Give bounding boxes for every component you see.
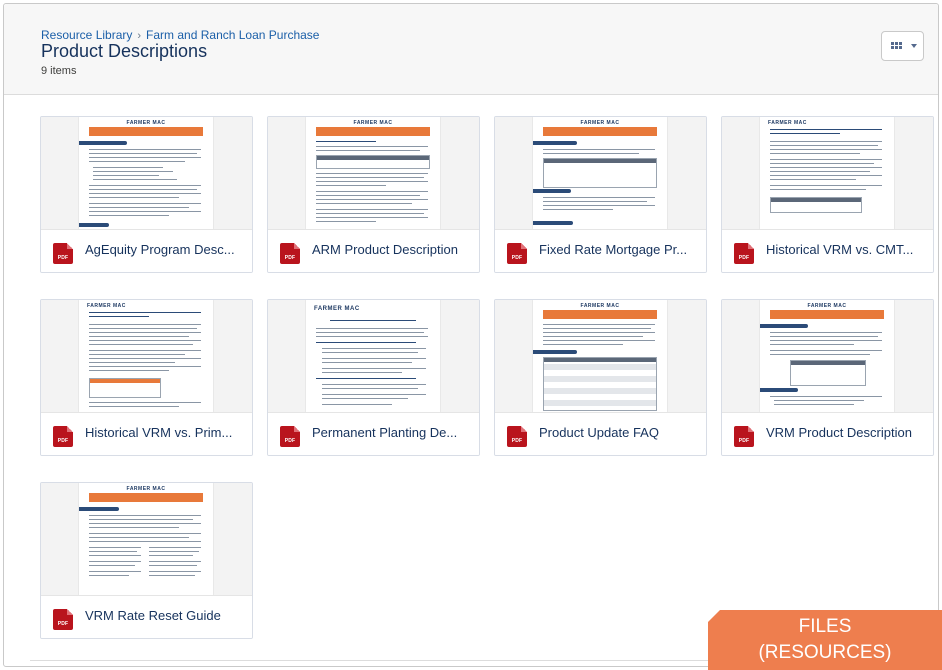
divider bbox=[30, 660, 730, 661]
file-thumbnail: FARMER MAC bbox=[722, 117, 933, 229]
file-name[interactable]: VRM Rate Reset Guide bbox=[85, 608, 245, 623]
file-name[interactable]: AgEquity Program Desc... bbox=[85, 242, 245, 257]
banner-line-2: (RESOURCES) bbox=[758, 642, 892, 663]
pdf-file-icon: PDF bbox=[53, 243, 73, 264]
pdf-file-icon: PDF bbox=[280, 243, 300, 264]
file-tile[interactable]: FARMER MAC PDF ARM Product Description bbox=[267, 116, 480, 273]
thumbnail-brand: FARMER MAC bbox=[807, 303, 847, 309]
pdf-file-icon: PDF bbox=[53, 609, 73, 630]
file-tile[interactable]: FARMER MAC PDF Permanent Planting De... bbox=[267, 299, 480, 456]
thumbnail-brand: FARMER MAC bbox=[580, 120, 620, 126]
banner-line-1: FILES bbox=[798, 616, 852, 637]
file-name[interactable]: Permanent Planting De... bbox=[312, 425, 472, 440]
file-thumbnail: FARMER MAC bbox=[268, 117, 479, 229]
file-thumbnail: FARMER MAC bbox=[495, 300, 706, 412]
file-tile[interactable]: FARMER MAC PDF AgEquity Program Desc... bbox=[40, 116, 253, 273]
page-title: Product Descriptions bbox=[41, 41, 208, 61]
file-name[interactable]: Fixed Rate Mortgage Pr... bbox=[539, 242, 699, 257]
file-name[interactable]: Historical VRM vs. CMT... bbox=[766, 242, 926, 257]
thumbnail-brand: FARMER MAC bbox=[126, 120, 166, 126]
thumbnail-brand: FARMER MAC bbox=[314, 306, 360, 312]
breadcrumb-farm-and-ranch-loan-purchase[interactable]: Farm and Ranch Loan Purchase bbox=[146, 28, 319, 42]
list-header: Resource Library › Farm and Ranch Loan Pur… bbox=[4, 4, 938, 95]
file-thumbnail: FARMER MAC bbox=[268, 300, 479, 412]
chevron-down-icon bbox=[911, 44, 917, 48]
pdf-file-icon: PDF bbox=[53, 426, 73, 447]
item-count: 9 items bbox=[41, 65, 77, 77]
file-tile[interactable]: FARMER MAC PDF Product Update FAQ bbox=[494, 299, 707, 456]
file-thumbnail: FARMER MAC bbox=[495, 117, 706, 229]
pdf-file-icon: PDF bbox=[507, 426, 527, 447]
file-tile[interactable]: FARMER MAC PDF Fixed Rate Mortgage Pr... bbox=[494, 116, 707, 273]
thumbnail-brand: FARMER MAC bbox=[126, 486, 166, 492]
file-name[interactable]: Historical VRM vs. Prim... bbox=[85, 425, 245, 440]
file-thumbnail: FARMER MAC bbox=[722, 300, 933, 412]
thumbnail-brand: FARMER MAC bbox=[87, 303, 126, 309]
file-name[interactable]: VRM Product Description bbox=[766, 425, 926, 440]
thumbnail-brand: FARMER MAC bbox=[353, 120, 393, 126]
file-thumbnail: FARMER MAC bbox=[41, 300, 252, 412]
file-tile[interactable]: FARMER MAC PDF Historical VRM vs. CMT... bbox=[721, 116, 934, 273]
file-tile[interactable]: FARMER MAC PDF VRM Product Description bbox=[721, 299, 934, 456]
file-name[interactable]: Product Update FAQ bbox=[539, 425, 699, 440]
view-switcher-button[interactable] bbox=[881, 31, 924, 61]
breadcrumb-resource-library[interactable]: Resource Library bbox=[41, 28, 132, 42]
pdf-file-icon: PDF bbox=[280, 426, 300, 447]
files-resources-banner: FILES (RESOURCES) bbox=[708, 610, 942, 670]
thumbnail-brand: FARMER MAC bbox=[768, 120, 807, 126]
thumbnail-brand: FARMER MAC bbox=[580, 303, 620, 309]
file-thumbnail: FARMER MAC bbox=[41, 483, 252, 595]
pdf-file-icon: PDF bbox=[734, 243, 754, 264]
pdf-file-icon: PDF bbox=[507, 243, 527, 264]
pdf-file-icon: PDF bbox=[734, 426, 754, 447]
file-tile[interactable]: FARMER MAC PDF VRM Rate Reset Guide bbox=[40, 482, 253, 639]
file-tile[interactable]: FARMER MAC PDF Historical VRM vs. Prim..… bbox=[40, 299, 253, 456]
breadcrumb: Resource Library › Farm and Ranch Loan Pur… bbox=[41, 28, 319, 42]
file-thumbnail: FARMER MAC bbox=[41, 117, 252, 229]
file-name[interactable]: ARM Product Description bbox=[312, 242, 472, 257]
grid-view-icon bbox=[891, 42, 902, 51]
